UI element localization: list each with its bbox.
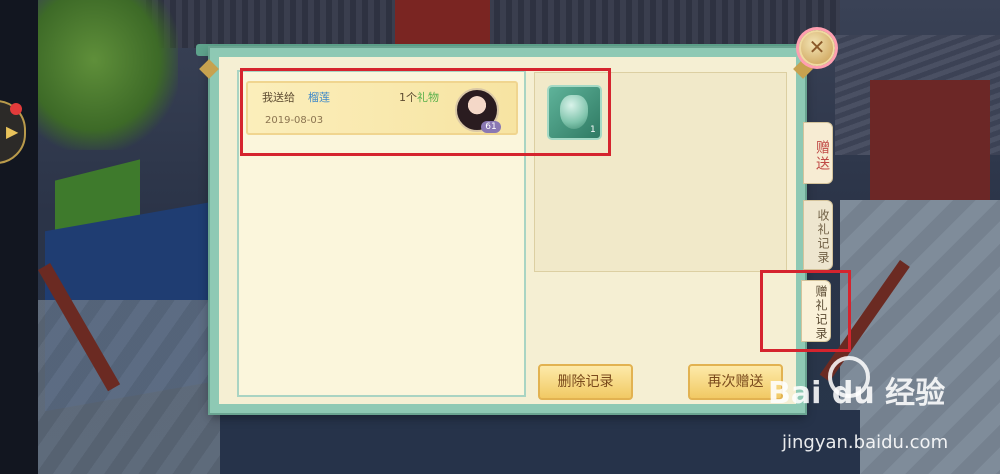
- watermark-site: jingyan.baidu.com: [782, 432, 949, 453]
- tab-gift[interactable]: 赠送: [803, 122, 833, 184]
- delete-record-button[interactable]: 删除记录: [538, 364, 633, 400]
- background-tree: [38, 0, 178, 150]
- background-floor-left: [38, 300, 238, 474]
- background-roof: [140, 0, 840, 48]
- chevron-right-icon: ▶: [6, 122, 19, 141]
- notification-dot: [10, 103, 22, 115]
- watermark-logo: Bai du 经验: [768, 376, 946, 411]
- highlight-box-tab: [760, 270, 851, 352]
- highlight-box-record: [240, 68, 611, 156]
- background-hall: [395, 0, 490, 48]
- tab-received-records[interactable]: 收礼记录: [803, 200, 833, 270]
- left-edge-strip: ▶: [0, 0, 38, 474]
- background-bottom: [220, 410, 860, 474]
- close-button[interactable]: ✕: [799, 30, 835, 66]
